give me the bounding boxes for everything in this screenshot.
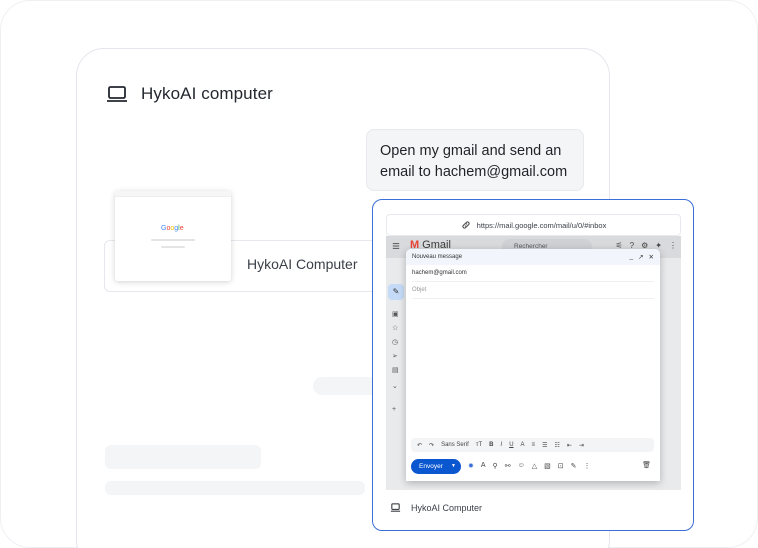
pencil-icon[interactable]: ✎ xyxy=(388,284,404,300)
underline-icon[interactable]: U xyxy=(509,442,513,448)
minimize-icon[interactable]: _ xyxy=(629,253,633,261)
emoji-icon[interactable]: ☺ xyxy=(518,462,525,470)
compose-controls: _ ↗ ✕ xyxy=(629,253,654,261)
redo-icon[interactable]: ↷ xyxy=(429,442,434,449)
bold-icon[interactable]: B xyxy=(489,442,493,448)
computer-view-label: HykoAI Computer xyxy=(411,502,483,513)
link-icon[interactable]: ⚯ xyxy=(505,462,511,470)
font-select[interactable]: Sans Serif xyxy=(441,442,469,448)
drive-icon[interactable]: △ xyxy=(532,462,537,470)
align-icon[interactable]: ≡ xyxy=(532,442,536,448)
compose-window: Nouveau message _ ↗ ✕ hachem@gmail.com O… xyxy=(406,249,660,481)
clock-icon[interactable]: ◷ xyxy=(392,338,398,346)
italic-icon[interactable]: I xyxy=(501,442,503,448)
loading-skeleton xyxy=(105,481,365,495)
attach-icon[interactable]: ⚲ xyxy=(493,462,498,470)
gemini-icon[interactable]: ✹ xyxy=(468,462,474,470)
thumbnail-search-line xyxy=(151,239,195,241)
thumbnail-address-bar xyxy=(115,191,231,197)
computer-view-card[interactable]: https://mail.google.com/mail/u/0/#inbox … xyxy=(372,199,694,531)
lock-icon[interactable]: ⊡ xyxy=(558,462,564,470)
gmail-screen: M Gmail Rechercher ⚟ ? ⚙ ✦ ⋮ ✎ ▣ ☆ ◷ ➢ ▤ … xyxy=(386,236,681,490)
send-icon[interactable]: ➢ xyxy=(392,352,398,360)
computer-session-label: HykoAI Computer xyxy=(247,256,358,272)
card-header: HykoAI computer xyxy=(105,82,273,106)
chevron-down-icon[interactable]: ⌄ xyxy=(392,382,398,390)
computer-thumbnail[interactable]: Google xyxy=(115,191,231,281)
more-icon[interactable]: ⋮ xyxy=(583,462,590,470)
subject-field[interactable]: Objet xyxy=(412,282,654,299)
expand-icon[interactable]: ↗ xyxy=(638,253,643,261)
plus-icon[interactable]: + xyxy=(392,406,396,413)
undo-icon[interactable]: ↶ xyxy=(417,442,422,449)
trash-icon[interactable]: 🗑 xyxy=(642,461,651,469)
url-text: https://mail.google.com/mail/u/0/#inbox xyxy=(476,220,607,230)
laptop-icon xyxy=(107,86,127,102)
text-size-icon[interactable]: тT xyxy=(476,442,482,448)
gmail-sidebar: ✎ ▣ ☆ ◷ ➢ ▤ ⌄ + xyxy=(386,258,404,490)
draft-icon[interactable]: ▤ xyxy=(392,366,399,374)
star-icon[interactable]: ☆ xyxy=(392,324,398,332)
send-row: Envoyer ▼ ✹ A ⚲ ⚯ ☺ △ ▧ ⊡ ✎ ⋮ 🗑 xyxy=(411,458,655,474)
signature-icon[interactable]: ✎ xyxy=(571,462,577,470)
compose-title: Nouveau message xyxy=(412,254,463,260)
caret-down-icon[interactable]: ▼ xyxy=(451,463,456,469)
monitor-icon xyxy=(390,503,401,512)
indent-more-icon[interactable]: ⇥ xyxy=(579,442,584,449)
indent-less-icon[interactable]: ⇤ xyxy=(567,442,572,449)
to-field[interactable]: hachem@gmail.com xyxy=(412,265,654,282)
text-color-icon[interactable]: A xyxy=(521,442,525,448)
user-message-bubble: Open my gmail and send an email to hache… xyxy=(366,129,584,191)
numbered-list-icon[interactable]: ☰ xyxy=(542,442,547,449)
compose-tools: ✹ A ⚲ ⚯ ☺ △ ▧ ⊡ ✎ ⋮ xyxy=(468,462,590,470)
loading-skeleton xyxy=(105,445,261,469)
send-button[interactable]: Envoyer ▼ xyxy=(411,458,461,474)
compose-header: Nouveau message _ ↗ ✕ xyxy=(406,249,660,265)
bulleted-list-icon[interactable]: ☷ xyxy=(554,442,559,449)
thumbnail-buttons-line xyxy=(161,246,185,248)
close-icon[interactable]: ✕ xyxy=(649,253,654,261)
image-icon[interactable]: ▧ xyxy=(544,462,551,470)
apps-icon[interactable]: ⋮ xyxy=(669,241,677,250)
inbox-icon[interactable]: ▣ xyxy=(392,310,399,318)
link-icon xyxy=(462,221,470,229)
menu-icon[interactable] xyxy=(392,242,400,250)
url-bar[interactable]: https://mail.google.com/mail/u/0/#inbox xyxy=(386,214,681,236)
page-title: HykoAI computer xyxy=(141,84,273,103)
formatting-toolbar: ↶ ↷ Sans Serif тT B I U A ≡ ☰ ☷ ⇤ ⇥ xyxy=(411,438,654,452)
format-icon[interactable]: A xyxy=(481,462,486,470)
computer-view-footer: HykoAI Computer xyxy=(390,502,482,513)
thumbnail-google-logo: Google xyxy=(161,225,184,232)
